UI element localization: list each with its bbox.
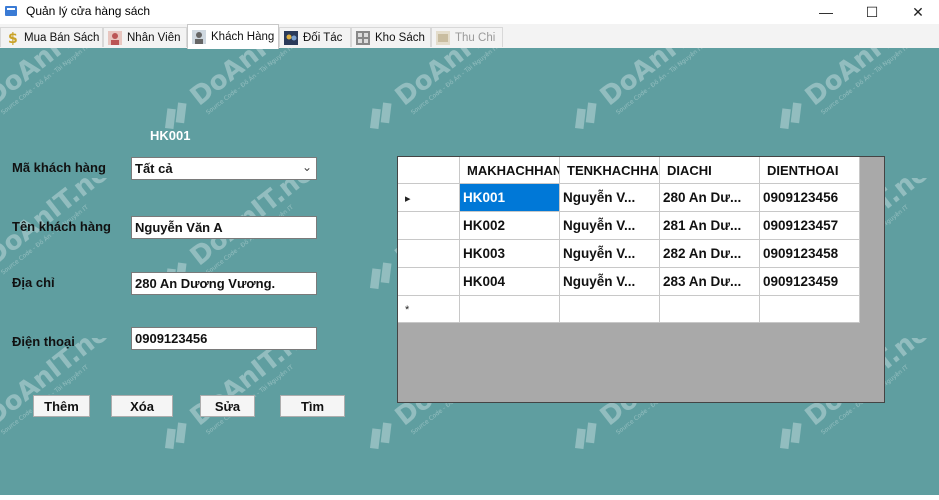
tab-nhan-vien[interactable]: Nhân Viên [103, 27, 187, 47]
table-cell[interactable]: HK002 [460, 212, 560, 240]
grid-corner-header [398, 157, 460, 184]
row-header[interactable] [398, 212, 460, 240]
row-header[interactable]: ▸ [398, 184, 460, 212]
tab-doi-tac[interactable]: Đối Tác [279, 27, 351, 47]
customer-name-label: Tên khách hàng [12, 219, 111, 234]
delete-button[interactable]: Xóa [111, 395, 173, 417]
search-button[interactable]: Tìm [280, 395, 345, 417]
column-header[interactable]: MAKHACHHANG [460, 157, 560, 184]
title-bar: Quản lý cửa hàng sách — ☐ ✕ [0, 0, 939, 25]
person-icon [108, 30, 122, 45]
row-header[interactable] [398, 240, 460, 268]
table-cell[interactable]: 0909123456 [760, 184, 860, 212]
current-row-marker-icon: ▸ [405, 193, 411, 205]
row-header[interactable] [398, 268, 460, 296]
tab-label: Thu Chi [455, 31, 496, 44]
table-cell[interactable]: 283 An Dư... [660, 268, 760, 296]
close-button[interactable]: ✕ [895, 0, 939, 24]
edit-button[interactable]: Sửa [200, 395, 255, 417]
add-button[interactable]: Thêm [33, 395, 90, 417]
column-header[interactable]: DIACHI [660, 157, 760, 184]
tab-khach-hang[interactable]: Khách Hàng [187, 24, 279, 49]
current-customer-id: HK001 [150, 128, 191, 143]
phone-label: Điện thoại [12, 334, 75, 349]
table-cell[interactable]: Nguyễn V... [560, 268, 660, 296]
address-input[interactable] [131, 272, 317, 295]
new-row-cell[interactable] [760, 296, 860, 323]
customer-name-input[interactable] [131, 216, 317, 239]
phone-input[interactable] [131, 327, 317, 350]
table-cell[interactable]: HK003 [460, 240, 560, 268]
svg-text:$: $ [8, 31, 18, 46]
tab-label: Nhân Viên [127, 31, 181, 44]
customer-id-combobox[interactable]: Tất cả ⌄ [131, 157, 317, 180]
chevron-down-icon[interactable]: ⌄ [302, 160, 312, 174]
column-header[interactable]: TENKHACHHANG [560, 157, 660, 184]
new-row-cell[interactable] [560, 296, 660, 323]
maximize-button[interactable]: ☐ [849, 0, 895, 24]
table-cell[interactable]: 0909123457 [760, 212, 860, 240]
table-cell[interactable]: 0909123458 [760, 240, 860, 268]
app-icon [5, 6, 17, 16]
dollar-icon: $ [8, 31, 18, 46]
customer-grid[interactable]: MAKHACHHANG TENKHACHHANG DIACHI DIENTHOA… [397, 156, 885, 403]
customer-id-label: Mã khách hàng [12, 160, 106, 175]
table-cell[interactable]: HK004 [460, 268, 560, 296]
table-cell[interactable]: Nguyễn V... [560, 212, 660, 240]
column-header[interactable]: DIENTHOAI [760, 157, 860, 184]
tab-kho-sach[interactable]: Kho Sách [351, 27, 431, 47]
tab-thu-chi[interactable]: Thu Chi [431, 27, 503, 47]
new-row-marker-icon: * [405, 304, 410, 316]
table-cell[interactable]: 281 An Dư... [660, 212, 760, 240]
warehouse-icon [356, 30, 370, 45]
table-cell[interactable]: 280 An Dư... [660, 184, 760, 212]
table-cell[interactable]: HK001 [460, 184, 560, 212]
tab-strip: $ Mua Bán Sách Nhân Viên Khách Hàng Đối … [0, 24, 939, 49]
table-cell[interactable]: 282 An Dư... [660, 240, 760, 268]
address-label: Địa chỉ [12, 275, 55, 290]
tab-label: Đối Tác [303, 31, 343, 44]
table-cell[interactable]: 0909123459 [760, 268, 860, 296]
minimize-button[interactable]: — [803, 0, 849, 24]
customer-panel: DoAnIT.net Source Code - Đồ Án - Tài Ngu… [0, 48, 939, 495]
partner-icon [284, 30, 298, 45]
tab-label: Khách Hàng [211, 31, 275, 43]
tab-label: Kho Sách [375, 31, 425, 44]
tab-mua-ban-sach[interactable]: $ Mua Bán Sách [0, 27, 103, 47]
table-cell[interactable]: Nguyễn V... [560, 240, 660, 268]
table-cell[interactable]: Nguyễn V... [560, 184, 660, 212]
finance-icon [436, 30, 450, 45]
window-title: Quản lý cửa hàng sách [26, 4, 151, 18]
customer-id-selected: Tất cả [135, 161, 173, 176]
row-header[interactable]: * [398, 296, 460, 323]
customer-icon [192, 30, 206, 44]
new-row-cell[interactable] [460, 296, 560, 323]
new-row-cell[interactable] [660, 296, 760, 323]
tab-label: Mua Bán Sách [24, 31, 100, 44]
